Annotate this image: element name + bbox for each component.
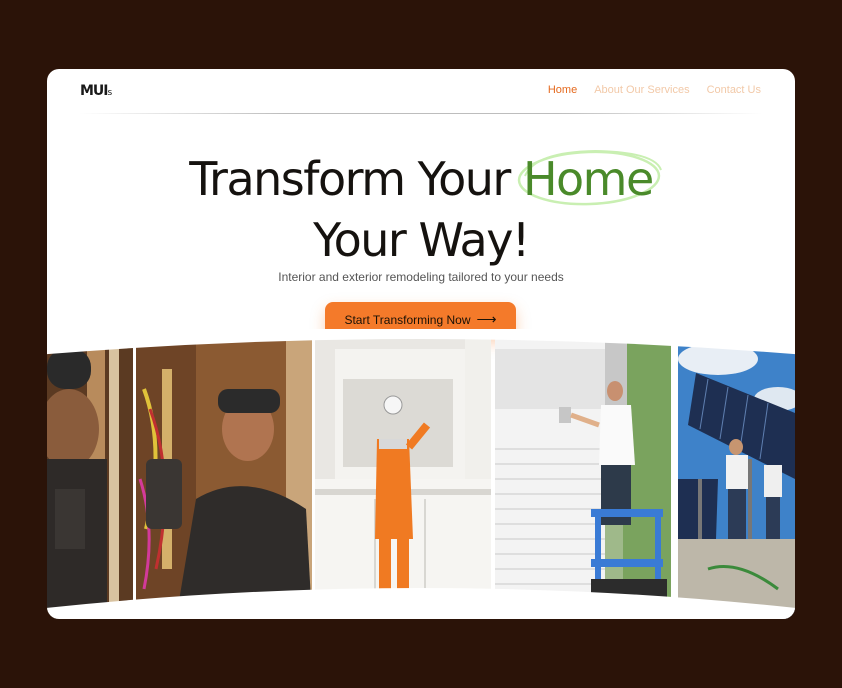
- hero-title-line-1: Transform Your Home: [47, 149, 795, 206]
- hero-title-highlight: Home: [517, 149, 662, 206]
- nav-link-home[interactable]: Home: [548, 84, 577, 96]
- logo[interactable]: MUIs: [80, 83, 112, 99]
- gallery-photo-kitchen-worker: [315, 329, 491, 619]
- hero-card: MUIs Home About Our Services Contact Us …: [47, 69, 795, 619]
- gallery-photo-solar-installers: [678, 329, 795, 619]
- gallery-photo-siding-painter: [495, 329, 671, 619]
- nav-link-contact[interactable]: Contact Us: [707, 84, 761, 96]
- nav-divider: [79, 113, 763, 114]
- nav-link-services[interactable]: About Our Services: [594, 84, 689, 96]
- hero-title-text: Transform Your: [189, 152, 523, 206]
- hero-subtitle: Interior and exterior remodeling tailore…: [278, 270, 564, 284]
- gallery-curve-top: [47, 329, 795, 355]
- logo-main: MUI: [80, 83, 108, 99]
- cta-label: Start Transforming Now: [344, 312, 471, 327]
- gallery-photo-electrician-closeup: [47, 329, 133, 619]
- hero-title-line-2: Your Way!: [313, 213, 530, 267]
- logo-suffix: s: [107, 88, 113, 98]
- top-nav: MUIs Home About Our Services Contact Us: [47, 69, 795, 113]
- nav-links: Home About Our Services Contact Us: [548, 84, 761, 96]
- photo-gallery: [47, 329, 795, 619]
- gallery-photo-electrician-wiring: [136, 329, 312, 619]
- gallery-curve-bottom: [47, 588, 795, 619]
- arrow-right-icon: ⟶: [476, 311, 497, 327]
- highlight-word: Home: [522, 152, 654, 206]
